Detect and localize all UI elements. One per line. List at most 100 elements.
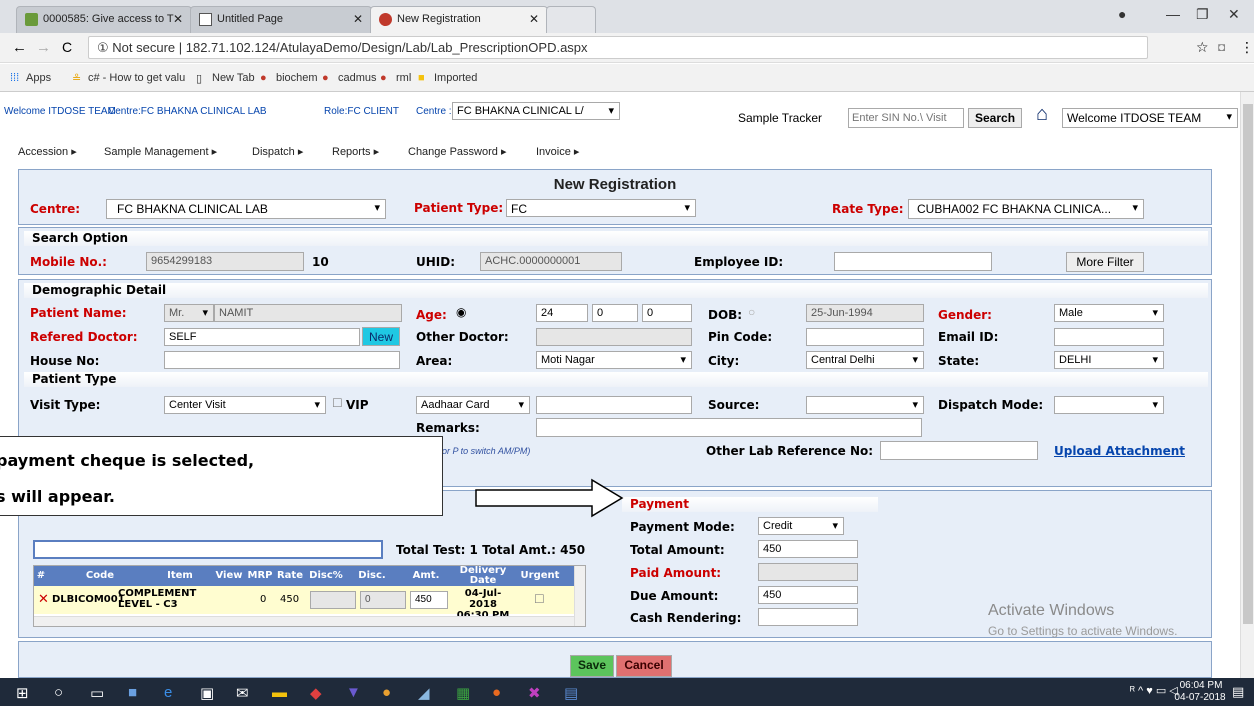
grid-vscroll[interactable] <box>574 566 585 626</box>
window-close-icon[interactable]: ✕ <box>1228 6 1240 23</box>
age-months-input[interactable]: 0 <box>592 304 638 322</box>
state-select[interactable]: DELHI <box>1054 351 1164 369</box>
payment-mode-select[interactable]: Credit <box>758 517 844 535</box>
user-select[interactable]: Welcome ITDOSE TEAM <box>1062 108 1238 128</box>
remarks-input[interactable] <box>536 418 922 437</box>
store-icon[interactable]: ▣ <box>200 684 214 702</box>
dob-radio[interactable]: ○ <box>748 305 755 319</box>
remove-icon[interactable]: ✕ <box>38 592 49 607</box>
bookmark-biochem[interactable]: biochem <box>276 72 318 84</box>
bookmark-cadmus[interactable]: cadmus <box>338 72 377 84</box>
explorer-icon[interactable]: ▬ <box>272 684 287 701</box>
patient-type-dropdown[interactable]: FC <box>506 199 696 217</box>
cash-rendering-input[interactable] <box>758 608 858 626</box>
chrome-icon[interactable]: ● <box>382 684 391 701</box>
sample-tracker-input[interactable] <box>848 108 964 128</box>
search-button[interactable]: Search <box>968 108 1022 128</box>
centre-dropdown[interactable]: FC BHAKNA CLINICAL LAB <box>106 199 386 219</box>
age-days-input[interactable]: 0 <box>642 304 692 322</box>
excel-icon[interactable]: ▦ <box>456 684 470 702</box>
back-icon[interactable]: ← <box>12 39 27 56</box>
centre-select[interactable]: FC BHAKNA CLINICAL L/ <box>452 102 620 120</box>
disc-input[interactable]: 0 <box>360 591 406 609</box>
profile-icon[interactable]: ● <box>1118 6 1126 22</box>
employee-id-input[interactable] <box>834 252 992 271</box>
rate-type-dropdown[interactable]: CUBHA002 FC BHAKNA CLINICA... <box>908 199 1144 219</box>
mobile-input[interactable]: 9654299183 <box>146 252 304 271</box>
reload-icon[interactable]: C <box>62 39 72 55</box>
gender-select[interactable]: Male <box>1054 304 1164 322</box>
vs-icon[interactable]: ▼ <box>346 684 361 701</box>
url-input[interactable]: ① Not secure | 182.71.102.124/AtulayaDem… <box>88 36 1148 59</box>
task-view-icon[interactable]: ▭ <box>90 684 104 702</box>
menu-reports[interactable]: Reports ▸ <box>332 145 379 158</box>
bookmark-imported[interactable]: Imported <box>434 72 477 84</box>
house-no-input[interactable] <box>164 351 400 369</box>
windows-start-icon[interactable]: ⊞ <box>16 684 29 702</box>
area-select[interactable]: Moti Nagar <box>536 351 692 369</box>
menu-change-password[interactable]: Change Password ▸ <box>408 145 506 158</box>
id-number-input[interactable] <box>536 396 692 414</box>
notification-icon[interactable]: ▤ <box>1232 684 1244 700</box>
city-select[interactable]: Central Delhi <box>806 351 924 369</box>
scrollbar-thumb[interactable] <box>1243 104 1253 624</box>
firefox-icon[interactable]: ● <box>492 684 501 701</box>
bookmark-apps[interactable]: Apps <box>26 72 51 84</box>
vip-checkbox[interactable]: ☐ <box>332 396 343 410</box>
menu-invoice[interactable]: Invoice ▸ <box>536 145 579 158</box>
menu-dots-icon[interactable]: ⋮ <box>1240 39 1254 56</box>
bookmark-new-tab[interactable]: New Tab <box>212 72 255 84</box>
pin-code-input[interactable] <box>806 328 924 346</box>
bookmark-csharp[interactable]: c# - How to get valu <box>88 72 185 84</box>
test-search-input[interactable] <box>33 540 383 559</box>
dispatch-mode-select[interactable] <box>1054 396 1164 414</box>
close-icon[interactable]: ✕ <box>173 12 183 26</box>
urgent-checkbox[interactable]: ☐ <box>534 592 545 606</box>
cancel-button[interactable]: Cancel <box>616 655 672 677</box>
dob-input[interactable]: 25-Jun-1994 <box>806 304 924 322</box>
app-icon[interactable]: ◆ <box>310 684 322 702</box>
disc-pct-input[interactable] <box>310 591 356 609</box>
patient-name-input[interactable]: NAMIT <box>214 304 402 322</box>
people-icon[interactable]: ■ <box>128 684 137 701</box>
system-tray-icons[interactable]: ᴿ ^ ♥ ▭ ◁ <box>1130 684 1178 697</box>
referred-doctor-input[interactable]: SELF <box>164 328 360 346</box>
mail-icon[interactable]: ✉ <box>236 684 249 702</box>
grid-hscroll[interactable] <box>34 616 574 626</box>
new-doctor-button[interactable]: New <box>362 327 400 346</box>
age-years-input[interactable]: 24 <box>536 304 588 322</box>
due-amount-input[interactable]: 450 <box>758 586 858 604</box>
star-icon[interactable]: ☆ <box>1196 39 1209 56</box>
source-select[interactable] <box>806 396 924 414</box>
minimize-icon[interactable]: — <box>1166 6 1180 22</box>
close-icon[interactable]: ✕ <box>353 12 363 26</box>
camera-icon[interactable]: ◘ <box>1218 40 1225 54</box>
new-tab-button[interactable] <box>546 6 596 33</box>
total-amount-input[interactable]: 450 <box>758 540 858 558</box>
search-icon[interactable]: ○ <box>54 684 63 701</box>
id-type-select[interactable]: Aadhaar Card <box>416 396 530 414</box>
age-radio[interactable]: ◉ <box>456 305 466 319</box>
menu-sample-management[interactable]: Sample Management ▸ <box>104 145 217 158</box>
title-select[interactable]: Mr. <box>164 304 214 322</box>
maximize-icon[interactable]: ❐ <box>1196 6 1209 23</box>
save-button[interactable]: Save <box>570 655 614 677</box>
upload-attachment-link[interactable]: Upload Attachment <box>1054 444 1185 458</box>
edge-icon[interactable]: e <box>164 684 172 701</box>
bookmark-rml[interactable]: rml <box>396 72 411 84</box>
paid-amount-input[interactable] <box>758 563 858 581</box>
amt-input[interactable]: 450 <box>410 591 448 609</box>
menu-dispatch[interactable]: Dispatch ▸ <box>252 145 303 158</box>
tab-new-registration[interactable]: New Registration ✕ <box>370 6 548 33</box>
uhid-input[interactable]: ACHC.0000000001 <box>480 252 622 271</box>
close-icon[interactable]: ✕ <box>529 12 539 26</box>
app2-icon[interactable]: ◢ <box>418 684 430 702</box>
more-filter-button[interactable]: More Filter <box>1066 252 1144 272</box>
other-doctor-input[interactable] <box>536 328 692 346</box>
menu-accession[interactable]: Accession ▸ <box>18 145 77 158</box>
other-lab-ref-input[interactable] <box>880 441 1038 460</box>
home-icon[interactable]: ⌂ <box>1036 103 1048 126</box>
email-input[interactable] <box>1054 328 1164 346</box>
visit-type-select[interactable]: Center Visit <box>164 396 326 414</box>
forward-icon[interactable]: → <box>36 39 51 56</box>
